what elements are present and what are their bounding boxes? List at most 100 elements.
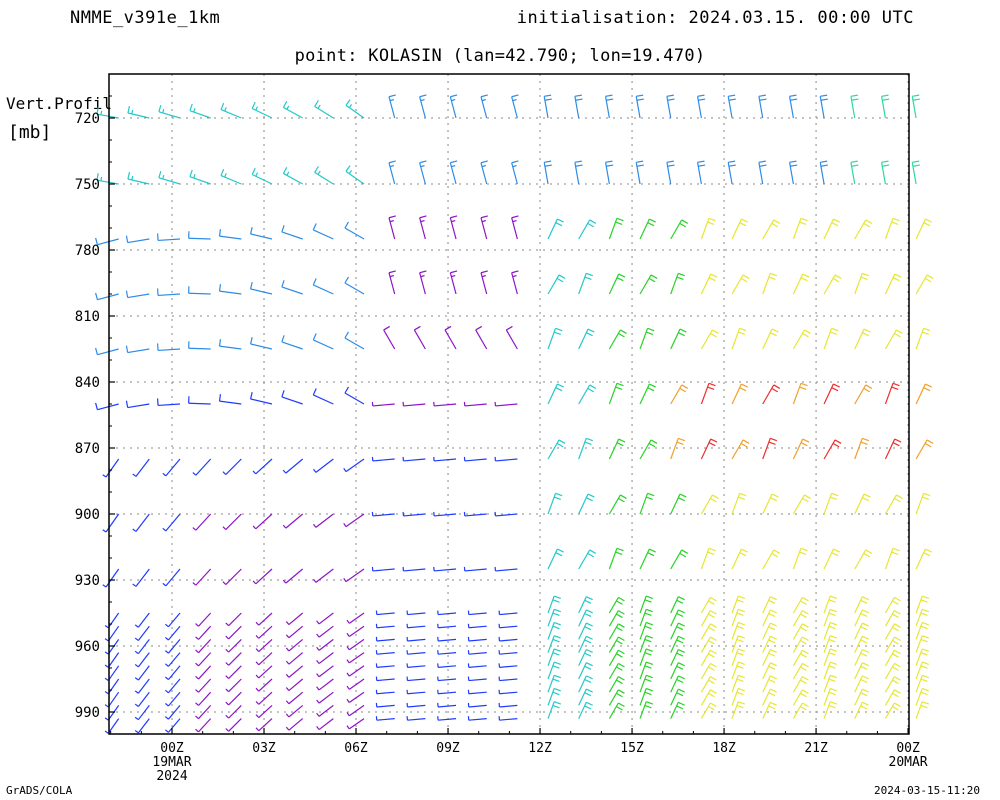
wind-barb-staff <box>792 218 802 240</box>
wind-barb-flag <box>710 689 717 694</box>
wind-barb-flag <box>738 595 745 600</box>
wind-barb-staff <box>198 652 212 667</box>
wind-barb-staff <box>165 513 181 532</box>
wind-barb-flag <box>553 331 561 336</box>
wind-barb-staff <box>314 105 334 119</box>
wind-barb-staff <box>345 513 365 528</box>
wind-barb-staff <box>854 662 863 680</box>
wind-barb-flag <box>646 595 653 600</box>
wind-barb-flag <box>220 102 225 110</box>
wind-barb-staff <box>220 175 242 185</box>
wind-barb-staff <box>700 689 711 706</box>
wind-barb-flag <box>586 701 593 706</box>
wind-barb-flag <box>768 692 776 697</box>
wind-barb-flag <box>586 648 593 653</box>
wind-barb-staff <box>578 273 587 295</box>
wind-barb-flag <box>804 329 811 334</box>
wind-barb-flag <box>892 600 899 605</box>
wind-barb-flag <box>759 164 767 167</box>
wind-barb-staff <box>499 718 518 721</box>
wind-barb-staff <box>608 273 620 295</box>
wind-barb-flag <box>799 551 807 556</box>
wind-barb-staff <box>884 438 896 460</box>
wind-barb-flag <box>851 164 859 167</box>
wind-barb-flag <box>833 548 840 553</box>
wind-barb-flag <box>863 328 871 333</box>
wind-barb-half-flag <box>285 687 290 691</box>
wind-barb-staff <box>258 704 273 719</box>
wind-barb-staff <box>468 678 487 682</box>
wind-barb-staff <box>792 438 804 460</box>
wind-barb-staff <box>499 612 518 616</box>
wind-barb-flag <box>768 678 776 684</box>
wind-barb-flag <box>678 648 685 653</box>
wind-barb-flag <box>618 636 625 642</box>
wind-barb-flag <box>862 701 869 706</box>
wind-barb-staff <box>344 337 365 350</box>
wind-barb-flag <box>587 328 595 333</box>
wind-barb-flag <box>616 277 624 282</box>
wind-barb-flag <box>922 661 930 666</box>
wind-barb-half-flag <box>312 523 317 528</box>
wind-barb-staff <box>854 549 867 570</box>
wind-barb-half-flag <box>131 109 134 115</box>
wind-barb-flag <box>708 613 715 619</box>
wind-barb-staff <box>167 665 181 680</box>
wind-barb-flag <box>768 639 776 644</box>
wind-barb-staff <box>318 678 334 691</box>
wind-barb-flag <box>768 276 776 281</box>
wind-barb-staff <box>105 568 120 588</box>
wind-barb-flag <box>708 626 715 632</box>
wind-barb-half-flag <box>195 636 199 640</box>
wind-barb-half-flag <box>285 621 290 625</box>
wind-barb-half-flag <box>316 646 320 651</box>
wind-barb-staff <box>127 238 150 244</box>
wind-barb-staff <box>608 649 619 667</box>
wind-barb-staff <box>258 638 273 653</box>
wind-barb-staff <box>225 458 242 475</box>
wind-barb-staff <box>107 652 120 668</box>
wind-barb-staff <box>670 493 681 515</box>
wind-barb-staff <box>348 665 365 677</box>
wind-barb-staff <box>884 610 895 627</box>
wind-barb-staff <box>195 458 212 476</box>
wind-barb-half-flag <box>195 728 199 733</box>
wind-barb-staff <box>854 675 863 693</box>
wind-barb-staff <box>731 274 744 295</box>
wind-barb-flag <box>282 166 288 174</box>
wind-barb-flag <box>800 666 807 671</box>
wind-barb-staff <box>228 704 242 719</box>
wind-barb-staff <box>608 597 619 614</box>
wind-barb-staff <box>884 702 895 719</box>
wind-barb-flag <box>344 331 349 339</box>
wind-barb-half-flag <box>192 472 197 476</box>
wind-barb-staff <box>762 688 771 706</box>
wind-barb-half-flag <box>192 527 197 531</box>
wind-barb-flag <box>552 638 560 643</box>
wind-barb-half-flag <box>164 650 169 654</box>
wind-barb-flag <box>616 442 624 447</box>
wind-barb-staff <box>670 662 679 680</box>
wind-barb-staff <box>228 612 242 627</box>
wind-barb-flag <box>553 635 561 639</box>
wind-barb-flag <box>830 648 838 652</box>
wind-barb-staff <box>344 282 365 295</box>
wind-barb-staff <box>438 678 457 682</box>
wind-barb-staff <box>608 702 619 719</box>
wind-barb-flag <box>926 274 934 279</box>
wind-barb-staff <box>188 347 211 350</box>
wind-barb-staff <box>288 691 304 705</box>
wind-barb-flag <box>676 665 684 670</box>
wind-barb-flag <box>770 675 777 680</box>
wind-barbs <box>95 94 934 734</box>
wind-barb-flag <box>920 612 928 617</box>
wind-barb-flag <box>344 276 349 284</box>
wind-barb-flag <box>644 612 652 617</box>
wind-barb-flag <box>676 276 684 281</box>
wind-barb-flag <box>616 600 623 605</box>
wind-barb-flag <box>678 701 685 706</box>
wind-barb-flag <box>773 549 781 554</box>
wind-barb-staff <box>854 384 867 405</box>
wind-barb-half-flag <box>222 471 227 475</box>
wind-barb-flag <box>736 691 744 696</box>
